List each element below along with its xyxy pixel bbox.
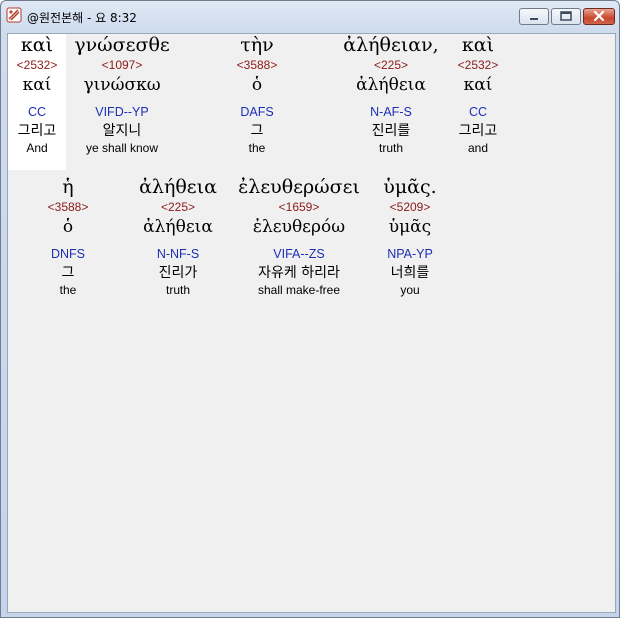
lemma: ἀλήθεια [356,75,426,95]
english-gloss: And [26,141,48,155]
word-block[interactable]: ἐλευθερώσει <1659> ἐλευθερόω VIFA--ZS 자유… [234,176,364,297]
word-block[interactable]: καὶ <2532> καί CC 그리고 and [452,34,504,155]
maximize-button[interactable] [551,8,581,25]
greek-word: ἡ [62,176,74,198]
title-bar[interactable]: @원전본해 - 요 8:32 [1,1,621,31]
lemma: γινώσκω [83,75,161,95]
korean-gloss: 그리고 [458,123,498,139]
korean-gloss: 너희를 [390,265,430,281]
word-block[interactable]: καὶ <2532> καί CC 그리고 And [8,34,66,170]
strong-number: <3588> [236,58,278,72]
morph-code: DNFS [50,247,86,261]
strong-number: <225> [160,200,196,214]
korean-gloss: 진리를 [371,123,411,139]
greek-word: ἀλήθειαν, [343,34,439,56]
english-gloss: the [59,283,77,297]
strong-number: <2532> [16,58,58,72]
lemma: ὁ [62,217,74,237]
greek-word: γνώσεσθε [74,34,170,56]
minimize-icon [530,18,538,20]
greek-word: τὴν [240,34,274,56]
korean-gloss: 그 [61,265,75,281]
close-button[interactable] [583,8,615,25]
word-block[interactable]: ἀλήθεια <225> ἀλήθεια N-NF-S 진리가 truth [134,176,222,297]
strong-number: <225> [373,58,409,72]
english-gloss: and [467,141,489,155]
word-block[interactable]: ἡ <3588> ὁ DNFS 그 the [38,176,98,297]
lemma: ἐλευθερόω [252,217,346,237]
morph-code: N-NF-S [156,247,200,261]
lemma: ὁ [251,75,263,95]
interlinear-view: καὶ <2532> καί CC 그리고 And γνώσεσθε <1097… [7,33,616,613]
morph-code: N-AF-S [370,105,412,119]
maximize-icon [560,11,572,21]
morph-code: VIFD--YP [95,105,149,119]
lemma: ἀλήθεια [143,217,213,237]
window-title: @원전본해 - 요 8:32 [27,11,137,25]
greek-word: ἐλευθερώσει [238,176,360,198]
korean-gloss: 자유케 하리라 [258,265,340,281]
english-gloss: the [248,141,266,155]
english-gloss: ye shall know [85,141,159,155]
word-block[interactable]: ὑμᾶς. <5209> ὑμᾶς NPA-YP 너희를 you [372,176,448,297]
word-block[interactable]: τὴν <3588> ὁ DAFS 그 the [228,34,286,155]
english-gloss: you [400,283,420,297]
morph-code: VIFA--ZS [273,247,325,261]
greek-word: ὑμᾶς. [383,176,437,198]
greek-word: καὶ [461,34,495,56]
korean-gloss: 알지니 [102,123,142,139]
morph-code: DAFS [240,105,274,119]
word-block[interactable]: ἀλήθειαν, <225> ἀλήθεια N-AF-S 진리를 truth [338,34,444,155]
lemma: καί [463,75,493,95]
app-icon [6,7,22,23]
strong-number: <1097> [101,58,143,72]
korean-gloss: 그리고 [17,123,57,139]
morph-code: NPA-YP [387,247,433,261]
morph-code: CC [27,105,47,119]
greek-word: ἀλήθεια [139,176,217,198]
korean-gloss: 진리가 [158,265,198,281]
word-block[interactable]: γνώσεσθε <1097> γινώσκω VIFD--YP 알지니 ye … [74,34,170,155]
greek-word: καὶ [20,34,54,56]
strong-number: <2532> [457,58,499,72]
app-window: @원전본해 - 요 8:32 καὶ <2532> καί CC 그리고 And… [0,0,620,618]
english-gloss: truth [165,283,190,297]
strong-number: <1659> [278,200,320,214]
lemma: ὑμᾶς [388,217,432,237]
morph-code: CC [468,105,488,119]
strong-number: <5209> [389,200,431,214]
strong-number: <3588> [47,200,89,214]
english-gloss: shall make-free [257,283,341,297]
lemma: καί [22,75,52,95]
close-icon [593,10,605,22]
korean-gloss: 그 [250,123,264,139]
minimize-button[interactable] [519,8,549,25]
english-gloss: truth [378,141,403,155]
